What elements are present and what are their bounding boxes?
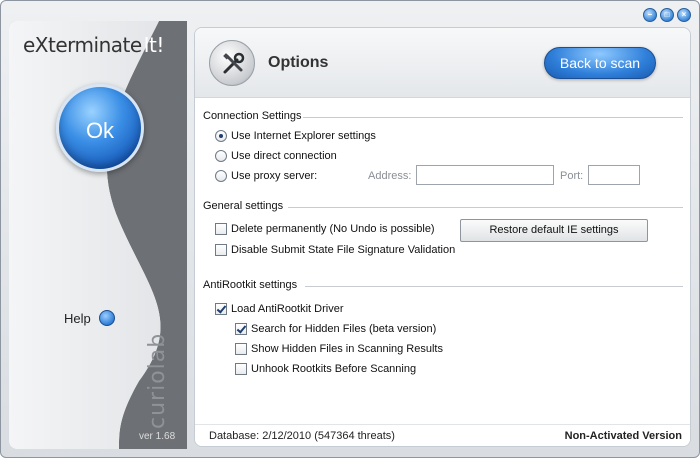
logo-suffix: It! — [143, 33, 165, 57]
checkbox-disable-signature[interactable]: Disable Submit State File Signature Vali… — [215, 244, 455, 256]
checkbox-label: Search for Hidden Files (beta version) — [251, 323, 437, 335]
status-bar: Database: 2/12/2010 (547364 threats) Non… — [195, 424, 690, 446]
database-status: Database: 2/12/2010 (547364 threats) — [209, 430, 395, 442]
checkbox-label: Show Hidden Files in Scanning Results — [251, 343, 443, 355]
options-panel: Options Back to scan Connection Settings… — [194, 27, 691, 447]
address-label: Address: — [368, 170, 412, 182]
general-section-title: General settings — [203, 200, 284, 212]
radio-label: Use direct connection — [231, 150, 337, 162]
window-controls: – □ × — [643, 8, 691, 22]
help-label: Help — [64, 310, 91, 326]
checkbox-unhook[interactable]: Unhook Rootkits Before Scanning — [235, 363, 416, 375]
radio-button[interactable] — [215, 150, 227, 162]
checkbox-label: Disable Submit State File Signature Vali… — [231, 244, 456, 256]
checkbox[interactable] — [215, 303, 227, 315]
ok-button[interactable]: Ok — [56, 84, 144, 172]
close-icon[interactable]: × — [677, 8, 691, 22]
address-field[interactable] — [416, 165, 554, 185]
checkbox-label: Unhook Rootkits Before Scanning — [251, 363, 417, 375]
minimize-icon[interactable]: – — [643, 8, 657, 22]
checkbox[interactable] — [235, 363, 247, 375]
checkbox-label: Delete permanently (No Undo is possible) — [231, 223, 435, 235]
activation-status: Non-Activated Version — [564, 430, 682, 442]
logo-text: eXterminate — [23, 33, 142, 57]
checkbox-show-hidden[interactable]: Show Hidden Files in Scanning Results — [235, 343, 443, 355]
radio-button[interactable] — [215, 170, 227, 182]
radio-label: Use Internet Explorer settings — [231, 130, 376, 142]
checkbox-label: Load AntiRootkit Driver — [231, 303, 344, 315]
page-title: Options — [268, 54, 329, 71]
checkbox-search-hidden[interactable]: Search for Hidden Files (beta version) — [235, 323, 436, 335]
tools-icon — [209, 40, 255, 86]
brand-logo: curiolab — [145, 332, 170, 429]
radio-label: Use proxy server: — [231, 170, 318, 182]
radio-direct-connection[interactable]: Use direct connection — [215, 150, 337, 162]
antirootkit-section-title: AntiRootkit settings — [203, 279, 298, 291]
antirootkit-divider — [305, 286, 683, 287]
maximize-icon[interactable]: □ — [660, 8, 674, 22]
checkbox-load-driver[interactable]: Load AntiRootkit Driver — [215, 303, 344, 315]
checkbox[interactable] — [215, 223, 227, 235]
restore-default-ie-button[interactable]: Restore default IE settings — [460, 219, 648, 242]
connection-section-title: Connection Settings — [203, 110, 302, 122]
options-header: Options Back to scan — [195, 28, 690, 98]
radio-ie-settings[interactable]: Use Internet Explorer settings — [215, 130, 376, 142]
port-field[interactable] — [588, 165, 640, 185]
radio-button[interactable] — [215, 130, 227, 142]
app-logo: eXterminate It! — [23, 33, 164, 57]
sidebar: eXterminate It! Ok Help curiolab ver 1.68 — [9, 21, 187, 449]
help-dot-icon[interactable] — [98, 310, 115, 326]
general-divider — [288, 207, 683, 208]
connection-divider — [303, 117, 683, 118]
checkbox-delete-permanently[interactable]: Delete permanently (No Undo is possible) — [215, 223, 435, 235]
app-window: – □ × eXterminate It! Ok Help curiolab ve… — [0, 0, 700, 458]
checkbox[interactable] — [215, 244, 227, 256]
port-label: Port: — [560, 170, 584, 182]
back-to-scan-button[interactable]: Back to scan — [544, 47, 656, 79]
help-link[interactable]: Help — [64, 310, 115, 326]
checkbox[interactable] — [235, 343, 247, 355]
radio-proxy-server[interactable]: Use proxy server: — [215, 170, 317, 182]
checkbox[interactable] — [235, 323, 247, 335]
version-label: ver 1.68 — [139, 431, 176, 442]
